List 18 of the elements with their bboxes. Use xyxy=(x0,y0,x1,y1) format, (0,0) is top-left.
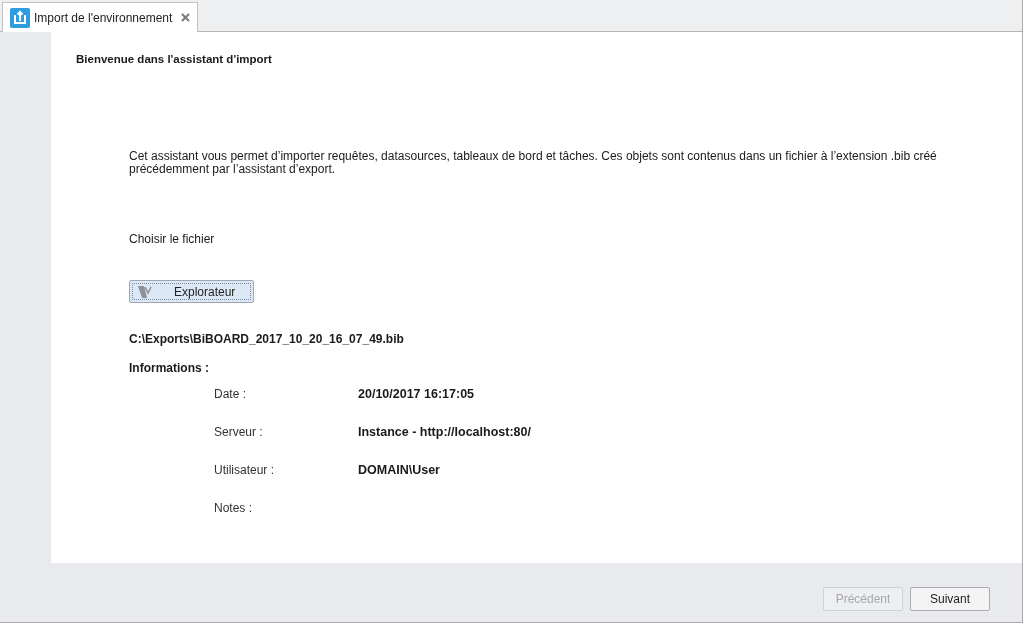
close-icon[interactable] xyxy=(181,13,190,22)
info-label: Date : xyxy=(214,387,247,401)
file-path: C:\Exports\BiBOARD_2017_10_20_16_07_49.bib xyxy=(129,332,404,346)
wizard-heading: Bienvenue dans l'assistant d'import xyxy=(76,52,272,66)
info-value: Instance - http://localhost:80/ xyxy=(358,425,531,439)
info-heading: Informations : xyxy=(129,361,209,375)
info-label: Serveur : xyxy=(214,425,264,439)
description-text: Cet assistant vous permet d’importer requêtes, datasources, tableaux de bord et tâches. Ces objets sont contenus dans un fichier à l’extension .bib créé précédemment par l’assistant d’export. xyxy=(129,150,938,176)
info-value: 20/10/2017 16:17:05 xyxy=(358,387,476,401)
tab[interactable]: Import de l'environnement xyxy=(2,2,198,32)
info-label: Notes : xyxy=(214,501,253,515)
next-button[interactable]: Suivant xyxy=(910,587,990,611)
browse-button[interactable]: Explorateur xyxy=(129,280,254,303)
info-value: DOMAIN\User xyxy=(358,463,441,477)
upload-icon xyxy=(10,7,30,28)
file-label: Choisir le fichier xyxy=(129,232,215,246)
logo-icon xyxy=(138,285,152,298)
info-label: Utilisateur : xyxy=(214,463,276,477)
